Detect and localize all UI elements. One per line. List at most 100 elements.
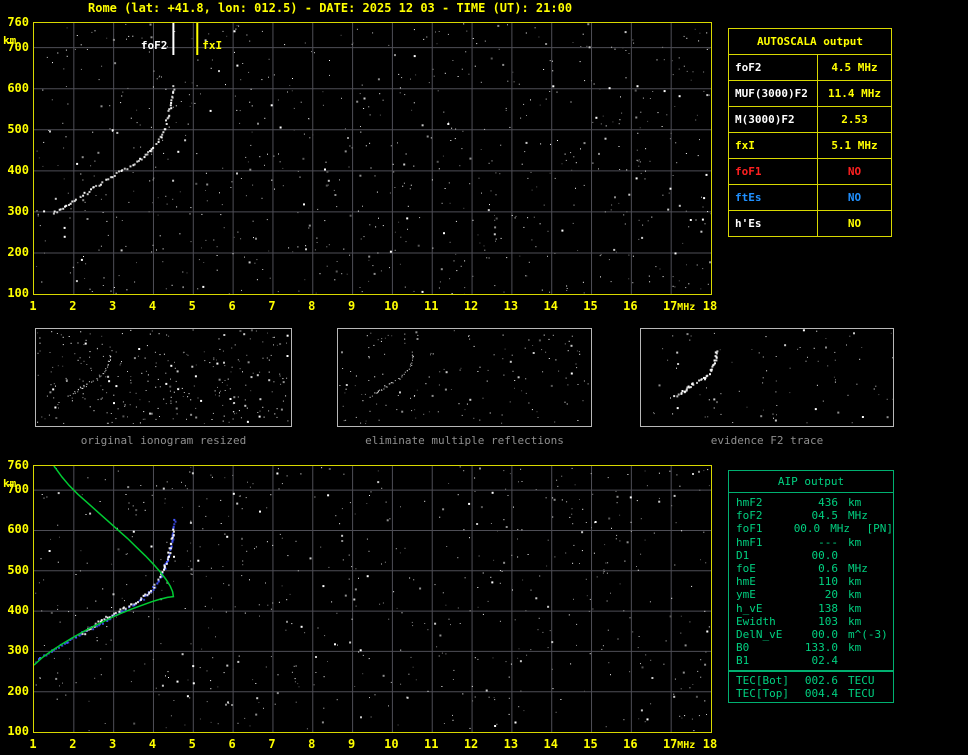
x-tick-label: 13 [503, 737, 519, 751]
aip-value: 04.5 [811, 509, 839, 523]
autoscala-param-label: foF1 [729, 159, 818, 184]
autoscala-table-rows: foF2 4.5 MHz MUF(3000)F2 11.4 MHz M(3000)F2 2… [729, 55, 891, 236]
x-tick-label: 5 [188, 737, 196, 751]
autoscala-row-muf-3000-f2: MUF(3000)F2 11.4 MHz [729, 81, 891, 107]
autoscala-row-fof2: foF2 4.5 MHz [729, 55, 891, 81]
aip-value: 00.0 [811, 548, 839, 562]
fof2-marker-label: foF2 [141, 39, 168, 52]
x-tick-label: 1 [29, 737, 37, 751]
x-tick-label: 12 [463, 299, 479, 313]
aip-row-b1: B1 02.4 [729, 654, 893, 667]
autoscala-param-value: NO [847, 165, 862, 178]
x-axis-unit: MHz [677, 302, 696, 313]
aip-value: --- [818, 535, 838, 549]
x-tick-label: 4 [148, 737, 157, 751]
aip-name: foF1 [736, 522, 763, 536]
aip-name: foF2 [736, 509, 763, 523]
autoscala-row-h-es: h'Es NO [729, 211, 891, 236]
page-title: Rome (lat: +41.8, lon: 012.5) - DATE: 20… [88, 1, 573, 15]
x-tick-label: 4 [148, 299, 157, 313]
x-tick-label: 14 [543, 299, 558, 313]
tec-unit: TECU [848, 687, 875, 700]
aip-row-yme: ymE 20 km [729, 588, 893, 601]
ionogram-bottom-plot [33, 465, 712, 733]
autoscala-row-m-3000-f2: M(3000)F2 2.53 [729, 107, 891, 133]
thumbnail-evidence-f2-trace [640, 328, 894, 427]
autoscala-param-label: MUF(3000)F2 [729, 81, 818, 106]
aip-name: Ewidth [736, 614, 776, 628]
autoscala-param-label: ftEs [729, 185, 818, 210]
x-tick-label: 6 [228, 299, 236, 313]
thumbnail-caption: original ionogram resized [80, 434, 247, 447]
aip-name: DelN_vE [736, 627, 783, 641]
ionogram-top-canvas: foF2 fxI [34, 23, 711, 294]
aip-unit: km [848, 575, 862, 589]
aip-note [892, 602, 893, 615]
x-tick-label: 2 [69, 737, 77, 751]
aip-row-d1: D1 00.0 [729, 549, 893, 562]
thumbnail-caption: eliminate multiple reflections [365, 434, 564, 447]
y-tick-label: 100 [7, 286, 29, 300]
x-tick-label: 10 [384, 299, 399, 313]
tec-row-bottom: TEC[Bot] 002.6 TECU [729, 674, 893, 687]
aip-note [892, 628, 893, 641]
autoscala-screen: Rome (lat: +41.8, lon: 012.5) - DATE: 20… [0, 0, 968, 755]
aip-note [892, 562, 893, 575]
y-tick-label: 300 [7, 643, 29, 658]
aip-value: 138 [818, 601, 838, 615]
autoscala-table-title: AUTOSCALA output [729, 29, 891, 55]
aip-name: ymE [736, 588, 756, 602]
tec-value: 004.4 [804, 687, 838, 700]
tec-name: TEC[Bot] [736, 673, 789, 687]
aip-value: 00.0 [793, 522, 821, 536]
x-tick-label: 16 [623, 737, 638, 751]
aip-note [892, 654, 893, 667]
y-tick-label: 500 [7, 562, 29, 577]
x-tick-label: 5 [188, 299, 196, 313]
ionogram-bottom-canvas [34, 466, 711, 732]
tec-value: 002.6 [804, 673, 838, 687]
ionogram-top-plot: foF2 fxI [33, 22, 712, 295]
x-tick-label: 16 [623, 299, 638, 313]
aip-row-ewidth: Ewidth 103 km [729, 615, 893, 628]
aip-row-hmf2: hmF2 436 km [729, 496, 893, 509]
autoscala-row-ftes: ftEs NO [729, 185, 891, 211]
aip-unit: m^(-3) [848, 627, 888, 641]
aip-value: 103 [818, 614, 838, 628]
thumbnail-eliminate-reflections [337, 328, 592, 427]
aip-name: B0 [736, 641, 750, 655]
aip-row-hme: hmE 110 km [729, 575, 893, 588]
autoscala-param-label: fxI [729, 133, 818, 158]
autoscala-row-fof1: foF1 NO [729, 159, 891, 185]
aip-note [892, 549, 893, 562]
x-tick-label: 11 [424, 737, 439, 751]
y-axis-unit: km [3, 34, 17, 47]
x-tick-label: 9 [347, 299, 356, 313]
aip-note [892, 641, 893, 654]
x-tick-label: 10 [384, 737, 399, 751]
x-tick-label: 18 [702, 737, 718, 751]
aip-unit: km [848, 614, 862, 628]
x-tick-label: 8 [308, 737, 316, 751]
tec-output-table: TEC[Bot] 002.6 TECU TEC[Top] 004.4 TECU [728, 671, 894, 703]
aip-unit: km [848, 496, 862, 509]
autoscala-param-value: 11.4 MHz [828, 87, 881, 100]
x-tick-label: 3 [109, 737, 117, 751]
x-tick-label: 8 [308, 299, 316, 313]
aip-note [892, 496, 893, 509]
y-tick-label: 300 [7, 203, 29, 218]
aip-note: [PN] [866, 522, 894, 536]
thumb-1-canvas [339, 330, 589, 424]
aip-name: hmE [736, 575, 756, 589]
x-axis-unit: MHz [677, 740, 696, 751]
x-tick-label: 15 [583, 299, 598, 313]
aip-row-fof2: foF2 04.5 MHz [729, 509, 893, 522]
aip-name: D1 [736, 548, 750, 562]
thumbnail-original-ionogram [35, 328, 292, 427]
x-tick-label: 13 [503, 299, 519, 313]
x-tick-label: 11 [424, 299, 439, 313]
y-tick-label: 500 [7, 121, 29, 136]
thumbnail-caption: evidence F2 trace [710, 434, 824, 447]
aip-note [892, 575, 893, 588]
tec-unit: TECU [848, 673, 875, 687]
